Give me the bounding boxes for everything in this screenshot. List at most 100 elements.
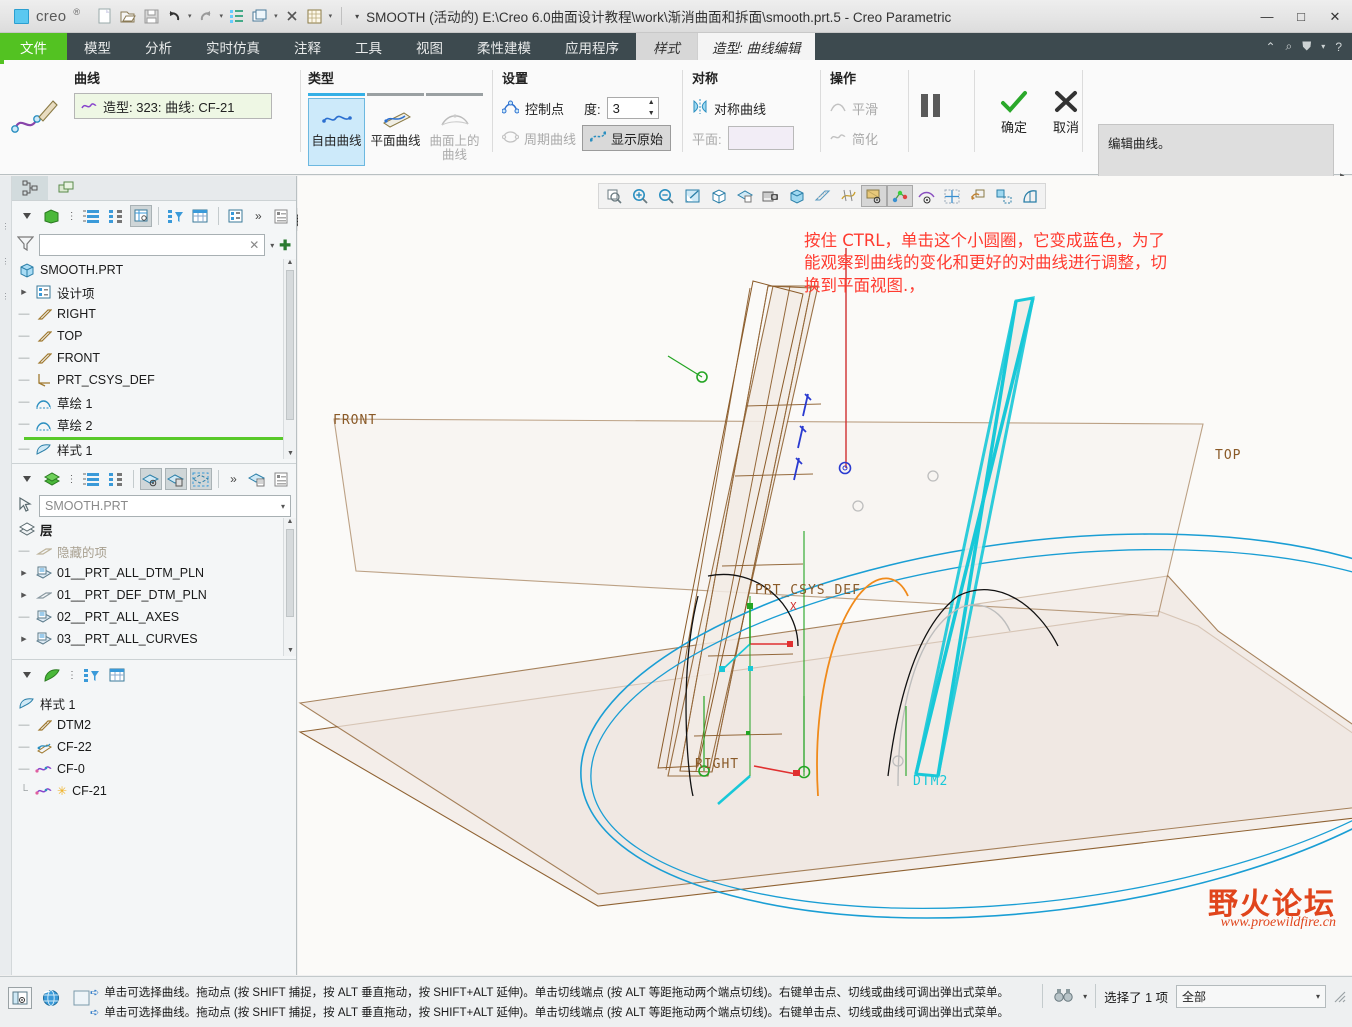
perspective-icon[interactable] bbox=[809, 185, 835, 207]
degree-spinner[interactable]: 3 ▲ ▼ bbox=[606, 97, 659, 119]
curve-display-icon[interactable] bbox=[1017, 185, 1043, 207]
resize-grip-icon[interactable] bbox=[1334, 990, 1346, 1003]
close-button[interactable]: ✕ bbox=[1318, 0, 1352, 33]
expand-arrow-icon[interactable]: ▶ bbox=[18, 591, 30, 599]
undo-icon[interactable] bbox=[163, 5, 185, 27]
minimize-button[interactable]: — bbox=[1250, 0, 1284, 33]
tree-item-front[interactable]: — FRONT bbox=[12, 347, 296, 369]
grid-caret-icon[interactable]: ▾ bbox=[327, 12, 335, 20]
layer-doc-icon[interactable] bbox=[270, 468, 292, 490]
layer-model-combobox[interactable]: SMOOTH.PRT ▾ bbox=[39, 495, 291, 517]
save-image-icon[interactable] bbox=[757, 185, 783, 207]
display-style-icon[interactable] bbox=[783, 185, 809, 207]
model-tree-search-input[interactable]: ✕ bbox=[39, 234, 266, 256]
tree-item-design-items[interactable]: ▶ 设计项 bbox=[12, 281, 296, 303]
tab-annotate[interactable]: 注释 bbox=[277, 33, 338, 60]
tree-item-prt-csys-def[interactable]: — PRT_CSYS_DEF bbox=[12, 369, 296, 391]
grid-icon[interactable] bbox=[304, 5, 326, 27]
search-select-caret-icon[interactable]: ▾ bbox=[1083, 992, 1087, 1001]
funnel-icon[interactable] bbox=[16, 235, 35, 256]
tree-item-style-1[interactable]: — 样式 1 bbox=[12, 442, 296, 456]
web-browser-icon[interactable] bbox=[39, 987, 63, 1009]
view-manager-icon[interactable] bbox=[731, 185, 757, 207]
layers-icon[interactable] bbox=[41, 468, 63, 490]
layer-isolate-icon[interactable] bbox=[164, 468, 187, 490]
section-icon[interactable] bbox=[991, 185, 1017, 207]
tab-curve-edit[interactable]: 造型: 曲线编辑 bbox=[697, 33, 815, 60]
window-icon[interactable] bbox=[249, 5, 271, 27]
layer-item-layers-root[interactable]: 层 bbox=[12, 518, 296, 540]
regenerate-icon[interactable] bbox=[226, 5, 248, 27]
tab-view[interactable]: 视图 bbox=[399, 33, 460, 60]
tree-item-smooth-prt[interactable]: SMOOTH.PRT bbox=[12, 259, 296, 281]
filter-tree-icon[interactable] bbox=[165, 205, 187, 227]
expand-caret-icon[interactable] bbox=[16, 205, 38, 227]
symmetric-curve-row[interactable]: 对称曲线 bbox=[692, 93, 818, 123]
csys-display-icon[interactable] bbox=[939, 185, 965, 207]
maximize-button[interactable]: □ bbox=[1284, 0, 1318, 33]
search-icon[interactable]: ⌕ bbox=[1286, 39, 1293, 54]
style-item-cf-21[interactable]: └ ✳ CF-21 bbox=[12, 780, 296, 802]
style-item-style-1[interactable]: 样式 1 bbox=[12, 692, 296, 714]
save-icon[interactable] bbox=[140, 5, 162, 27]
help-icon[interactable]: ? bbox=[1335, 40, 1342, 54]
table-view-icon[interactable] bbox=[130, 205, 152, 227]
style-item-cf-0[interactable]: — CF-0 bbox=[12, 758, 296, 780]
layer-item-01-prt-all-dtm-pln[interactable]: ▶ 01__PRT_ALL_DTM_PLN bbox=[12, 562, 296, 584]
control-points-icon[interactable] bbox=[501, 100, 520, 117]
zoom-fit-icon[interactable] bbox=[601, 185, 627, 207]
pause-button[interactable] bbox=[918, 90, 944, 127]
redo-caret-icon[interactable]: ▾ bbox=[218, 12, 226, 20]
style-green-icon[interactable] bbox=[41, 664, 63, 686]
chevron-double-right-icon[interactable]: » bbox=[225, 468, 243, 490]
symmetry-plane-field[interactable] bbox=[727, 126, 794, 150]
sidebar-tab-model-tree[interactable] bbox=[12, 176, 48, 200]
show-original-button[interactable]: 显示原始 bbox=[582, 125, 672, 151]
undo-caret-icon[interactable]: ▾ bbox=[186, 12, 194, 20]
refit-icon[interactable] bbox=[679, 185, 705, 207]
insert-here-indicator[interactable] bbox=[24, 437, 292, 440]
tree-columns-icon[interactable] bbox=[105, 468, 127, 490]
layer-item-03-prt-all-curves[interactable]: ▶ 03__PRT_ALL_CURVES bbox=[12, 628, 296, 650]
tree-item-sketch-1[interactable]: — 草绘 1 bbox=[12, 391, 296, 413]
window-caret-icon[interactable]: ▾ bbox=[272, 12, 280, 20]
degree-spinner-arrows[interactable]: ▲ ▼ bbox=[648, 99, 655, 117]
style-item-dtm2[interactable]: — DTM2 bbox=[12, 714, 296, 736]
tree-item-top[interactable]: — TOP bbox=[12, 325, 296, 347]
browser-toggle-icon[interactable] bbox=[8, 987, 32, 1009]
layer-visible-icon[interactable] bbox=[140, 468, 162, 490]
graduation-cap-icon[interactable]: ⛊ bbox=[1302, 39, 1311, 54]
selection-filter-combobox[interactable]: 全部 ▾ bbox=[1176, 984, 1326, 1008]
chevron-down-icon[interactable]: ▾ bbox=[1321, 42, 1325, 51]
more-vert-icon[interactable]: ⋮ bbox=[66, 664, 78, 686]
curve-reference-field[interactable]: 造型: 323: 曲线: CF-21 bbox=[74, 93, 272, 119]
filter-dropdown-caret-icon[interactable]: ▾ bbox=[270, 241, 274, 250]
model-tree-scrollbar[interactable]: ▲ ▼ bbox=[283, 259, 296, 459]
tab-style[interactable]: 样式 bbox=[636, 33, 697, 60]
datum-display-icon[interactable] bbox=[835, 185, 861, 207]
redo-icon[interactable] bbox=[195, 5, 217, 27]
tree-settings-icon[interactable] bbox=[190, 205, 212, 227]
type-free-curve-button[interactable]: 自由曲线 bbox=[308, 98, 365, 166]
named-view-icon[interactable] bbox=[705, 185, 731, 207]
sidebar-tab-layer-tree[interactable] bbox=[48, 176, 84, 200]
collapse-ribbon-icon[interactable]: ⌃ bbox=[1265, 40, 1275, 54]
layer-select-icon[interactable] bbox=[189, 468, 212, 490]
expand-arrow-icon[interactable]: ▶ bbox=[18, 635, 30, 643]
tree-item-sketch-2[interactable]: — 草绘 2 bbox=[12, 413, 296, 435]
title-caret-icon[interactable]: ▾ bbox=[355, 12, 359, 21]
expand-caret-icon[interactable] bbox=[16, 468, 38, 490]
expand-caret-icon[interactable] bbox=[16, 664, 38, 686]
annotation-display-icon[interactable] bbox=[913, 185, 939, 207]
layer-item-02-prt-all-axes[interactable]: — 02__PRT_ALL_AXES bbox=[12, 606, 296, 628]
more-vert-icon[interactable]: ⋮ bbox=[66, 205, 78, 227]
layer-item-01-prt-def-dtm-pln[interactable]: ▶ 01__PRT_DEF_DTM_PLN bbox=[12, 584, 296, 606]
layer-settings-icon[interactable] bbox=[245, 468, 267, 490]
close-window-icon[interactable] bbox=[281, 5, 303, 27]
model-cube-icon[interactable] bbox=[41, 205, 63, 227]
item-details-icon[interactable] bbox=[225, 205, 247, 227]
zoom-in-icon[interactable] bbox=[627, 185, 653, 207]
filter-tree-icon[interactable] bbox=[81, 664, 103, 686]
tab-applications[interactable]: 应用程序 bbox=[548, 33, 636, 60]
control-points-label[interactable]: 控制点 bbox=[525, 99, 564, 118]
